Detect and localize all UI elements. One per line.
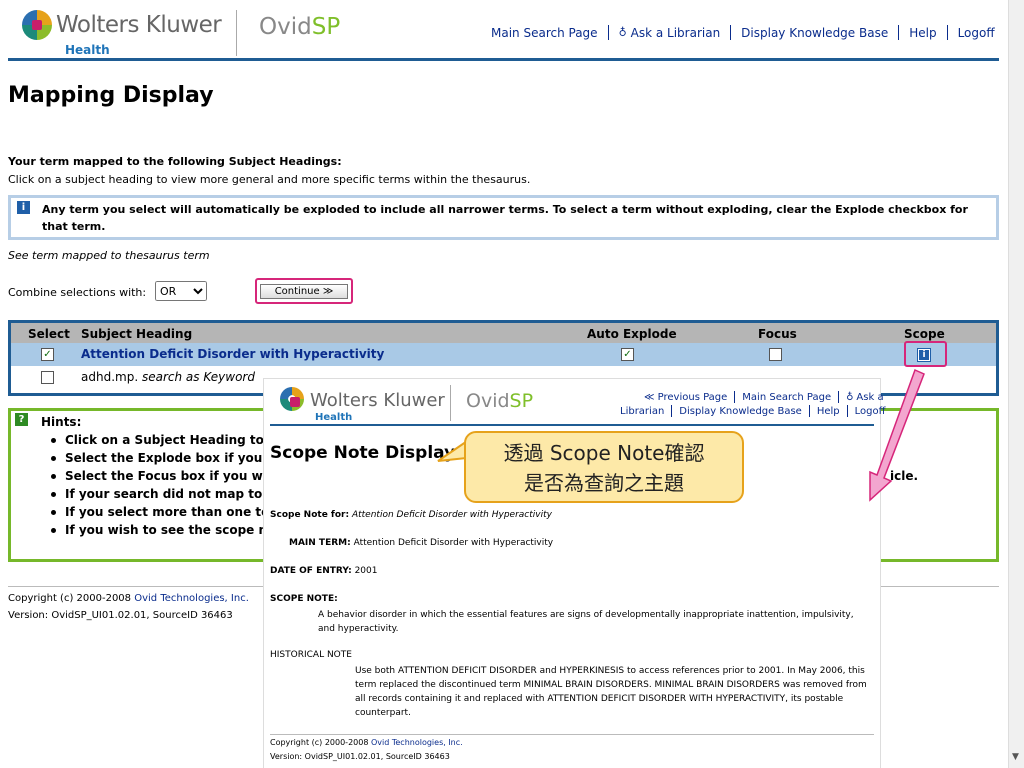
historical-note-label: HISTORICAL NOTE [270, 650, 352, 660]
ovidsp-logo: OvidSP [259, 14, 341, 40]
header-scope: Scope [904, 327, 945, 341]
version-text: Version: OvidSP_UI01.02.01, SourceID 364… [8, 610, 233, 621]
overlay-nav-row2: Librarian Display Knowledge Base Help Lo… [620, 405, 886, 417]
keyword-term: adhd.mp. search as Keyword [81, 370, 255, 384]
info-box: i Any term you select will automatically… [8, 195, 999, 240]
scope-for: Scope Note for: Attention Deficit Disord… [270, 510, 552, 520]
overlay-main-search-page[interactable]: Main Search Page [742, 392, 831, 403]
hints-title: Hints: [41, 415, 82, 429]
header-focus: Focus [758, 327, 797, 341]
overlay-help[interactable]: Help [817, 406, 840, 417]
overlay-brand: Wolters Kluwer [310, 390, 445, 411]
header-subject-heading: Subject Heading [81, 327, 193, 341]
ovid-tech-link[interactable]: Ovid Technologies, Inc. [134, 593, 249, 604]
continue-button[interactable]: Continue ≫ [259, 283, 349, 299]
info-text: Any term you select will automatically b… [42, 203, 968, 233]
subject-heading-link[interactable]: Attention Deficit Disorder with Hyperact… [81, 347, 384, 361]
main-term: MAIN TERM: Attention Deficit Disorder wi… [289, 538, 554, 548]
table-row: ✓ Attention Deficit Disorder with Hypera… [11, 341, 996, 367]
nav-logoff[interactable]: Logoff [958, 26, 995, 40]
combine-label: Combine selections with: [8, 286, 147, 299]
scope-note-text: A behavior disorder in which the essenti… [318, 610, 854, 634]
overlay-brand-sub: Health [315, 412, 353, 423]
nav-display-knowledge-base[interactable]: Display Knowledge Base [741, 26, 888, 40]
wolters-kluwer-logo: Wolters Kluwer [22, 10, 222, 40]
nav-main-search-page[interactable]: Main Search Page [491, 26, 598, 40]
table-header: Select Subject Heading Auto Explode Focu… [11, 323, 996, 343]
callout-bubble: 透過 Scope Note確認 是否為查詢之主題 [464, 431, 744, 503]
info-icon: i [17, 201, 30, 214]
hint-icon: ? [15, 413, 28, 426]
pink-arrow-icon [869, 368, 925, 502]
overlay-librarian-icon: ♁ [846, 391, 854, 403]
overlay-copyright: Copyright (c) 2000-2008 Ovid Technologie… [270, 738, 463, 747]
overlay-rule [270, 424, 874, 426]
overlay-previous-page[interactable]: ≪ Previous Page [644, 392, 727, 403]
top-navigation: Main Search Page ♁ Ask a Librarian Displ… [491, 25, 995, 40]
header-auto-explode: Auto Explode [587, 327, 677, 341]
overlay-ovid-tech-link[interactable]: Ovid Technologies, Inc. [371, 738, 463, 747]
historical-note-text: Use both ATTENTION DEFICIT DISORDER and … [355, 666, 867, 718]
combine-select[interactable]: OR [155, 281, 207, 301]
overlay-nav-row1: ≪ Previous Page Main Search Page ♁ Ask a [644, 391, 884, 403]
callout-line-1: 透過 Scope Note確認 [503, 441, 705, 465]
copyright: Copyright (c) 2000-2008 Ovid Technologie… [8, 593, 249, 604]
logo-divider [236, 10, 237, 56]
intro-bold: Your term mapped to the following Subjec… [8, 155, 342, 168]
brand-name: Wolters Kluwer [56, 12, 222, 38]
overlay-title: Scope Note Display [270, 443, 456, 463]
page-title: Mapping Display [8, 83, 214, 108]
continue-highlight: Continue ≫ [255, 278, 353, 304]
focus-checkbox-row1[interactable] [769, 348, 782, 361]
header-rule [8, 58, 999, 61]
overlay-version: Version: OvidSP_UI01.02.01, SourceID 364… [270, 752, 450, 761]
header-select: Select [28, 327, 70, 341]
explode-checkbox-row1[interactable]: ✓ [621, 348, 634, 361]
select-checkbox-row2[interactable] [41, 371, 54, 384]
overlay-logo-divider [450, 385, 451, 421]
nav-ask-a-librarian[interactable]: Ask a Librarian [631, 26, 721, 40]
scope-note-label: SCOPE NOTE: [270, 594, 338, 604]
see-term-link[interactable]: See term mapped to thesaurus term [8, 249, 210, 262]
ask-librarian-icon: ♁ [618, 26, 627, 39]
select-checkbox-row1[interactable]: ✓ [41, 348, 54, 361]
overlay-footer-rule [270, 734, 874, 735]
scroll-down-icon[interactable]: ▼ [1012, 752, 1019, 762]
intro-text: Click on a subject heading to view more … [8, 173, 531, 186]
overlay-librarian[interactable]: Librarian [620, 406, 664, 417]
date-of-entry: DATE OF ENTRY: 2001 [270, 566, 378, 576]
overlay-display-knowledge-base[interactable]: Display Knowledge Base [679, 406, 802, 417]
vertical-scrollbar[interactable]: ▼ [1008, 0, 1024, 768]
callout-line-2: 是否為查詢之主題 [524, 471, 684, 495]
overlay-globe-icon [280, 387, 304, 411]
brand-sub: Health [65, 43, 110, 57]
nav-help[interactable]: Help [909, 26, 936, 40]
scope-info-icon[interactable]: i [917, 348, 931, 362]
wolters-kluwer-globe-icon [22, 10, 52, 40]
overlay-ovidsp-logo: OvidSP [466, 390, 534, 412]
